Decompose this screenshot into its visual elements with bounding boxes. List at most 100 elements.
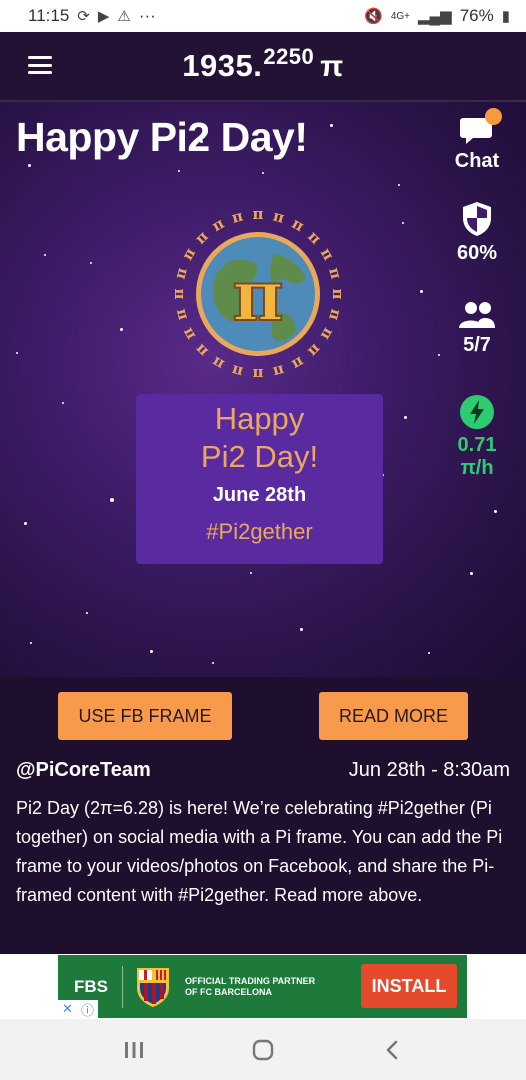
pi-symbol: π xyxy=(320,50,344,83)
hero-banner: Happy Pi2 Day! ππππππππππππππππππππππππ … xyxy=(0,102,526,677)
event-card-line2: Pi2 Day! xyxy=(200,439,319,474)
star xyxy=(428,652,430,654)
signal-icon: ▂▄▆ xyxy=(418,8,452,25)
star xyxy=(212,662,214,664)
pi-ray: π xyxy=(253,205,264,223)
star xyxy=(86,612,88,614)
ad-install-button[interactable]: INSTALL xyxy=(361,964,457,1008)
star xyxy=(262,172,264,174)
lightning-icon xyxy=(460,395,494,429)
star xyxy=(90,262,92,264)
star xyxy=(150,650,153,653)
pi-ray: π xyxy=(209,353,228,374)
hero-title: Happy Pi2 Day! xyxy=(16,114,308,160)
sync-icon: ⟳ xyxy=(77,8,90,25)
ad-banner[interactable]: FBS OFFICIAL TRADING PARTNER OF FC BARCE… xyxy=(58,955,467,1018)
star xyxy=(420,290,423,293)
security-value: 60% xyxy=(456,242,498,264)
ad-tagline: OFFICIAL TRADING PARTNER OF FC BARCELONA xyxy=(185,975,316,997)
announcement-section: USE FB FRAME READ MORE @PiCoreTeam Jun 2… xyxy=(0,677,526,954)
chat-label: Chat xyxy=(454,150,500,172)
pi-ray: π xyxy=(289,214,308,235)
star xyxy=(44,254,46,256)
mining-rate-button[interactable]: 0.71 π/h xyxy=(448,394,506,480)
star xyxy=(438,354,440,356)
star xyxy=(250,572,252,574)
balance-integer: 1935. xyxy=(182,48,263,83)
star xyxy=(30,642,32,644)
mining-rate-value: 0.71 xyxy=(457,434,497,456)
star xyxy=(24,522,27,525)
pi-ray: π xyxy=(317,325,338,344)
mining-rate-unit: π/h xyxy=(460,457,494,479)
ad-choices[interactable]: ✕ ⓘ xyxy=(58,1000,98,1018)
pi-ray: π xyxy=(171,266,191,281)
fc-barcelona-crest-icon xyxy=(137,967,169,1007)
read-more-button[interactable]: READ MORE xyxy=(319,692,468,740)
balance-decimals: 2250 xyxy=(263,44,315,69)
chat-button[interactable]: Chat xyxy=(448,108,506,173)
ad-info-icon[interactable]: ⓘ xyxy=(81,1000,94,1019)
pi-ray: π xyxy=(169,288,187,299)
pi-ray: π xyxy=(191,340,212,361)
recents-icon[interactable] xyxy=(114,1030,154,1070)
pi-ray: π xyxy=(304,340,325,361)
ad-divider xyxy=(122,965,123,1008)
pi-ray: π xyxy=(289,353,308,374)
battery-icon: ▮ xyxy=(501,8,510,25)
pi-ray: π xyxy=(252,365,263,383)
star xyxy=(494,510,497,513)
star xyxy=(120,328,123,331)
event-card-hashtag: #Pi2gether xyxy=(206,519,313,544)
ad-close-icon[interactable]: ✕ xyxy=(62,1001,73,1017)
shield-icon xyxy=(463,202,491,236)
pi-balance: 1935. 2250 π xyxy=(182,44,344,84)
star xyxy=(398,184,400,186)
more-notifications: ··· xyxy=(138,6,156,25)
post-timestamp: Jun 28th - 8:30am xyxy=(348,759,510,781)
star xyxy=(28,164,31,167)
youtube-icon: ▶ xyxy=(97,8,110,25)
battery-percent: 76% xyxy=(459,6,494,25)
event-card-date: June 28th xyxy=(212,484,307,506)
security-circle-button[interactable]: 60% xyxy=(448,200,506,265)
post-author: @PiCoreTeam xyxy=(16,759,151,781)
team-icon xyxy=(459,302,495,328)
star xyxy=(16,352,18,354)
star xyxy=(402,222,404,224)
chat-notification-dot xyxy=(485,108,502,125)
pi-ray: π xyxy=(271,361,286,381)
mute-icon: 🔇 xyxy=(364,8,383,25)
back-icon[interactable] xyxy=(372,1030,412,1070)
warning-icon: ⚠ xyxy=(117,8,131,25)
menu-icon[interactable] xyxy=(28,56,52,74)
pi-ray: π xyxy=(230,361,245,381)
team-value: 5/7 xyxy=(463,334,491,356)
event-card: Happy Pi2 Day! June 28th #Pi2gether xyxy=(136,394,383,564)
pi-ray: π xyxy=(271,207,286,227)
use-fb-frame-button[interactable]: USE FB FRAME xyxy=(58,692,232,740)
pi-ray: π xyxy=(317,245,338,264)
post-body: Pi2 Day (2π=6.28) is here! We’re celebra… xyxy=(16,798,503,905)
star xyxy=(330,124,333,127)
star xyxy=(470,572,473,575)
pi-ray: π xyxy=(325,266,345,281)
event-card-line1: Happy xyxy=(214,401,305,436)
pi-ray: π xyxy=(191,227,212,248)
star xyxy=(404,416,407,419)
pi-ray: π xyxy=(209,214,228,235)
status-bar: 11:15 ⟳ ▶ ⚠ ··· 🔇 4G+ ▂▄▆ 76% ▮ xyxy=(0,0,526,32)
app-header: 1935. 2250 π xyxy=(0,32,526,102)
pi-ray: π xyxy=(325,307,345,322)
pi-ray: π xyxy=(171,307,191,322)
star xyxy=(178,170,180,172)
pi-ray: π xyxy=(304,227,325,248)
pi-ray: π xyxy=(230,207,245,227)
pi-ray: π xyxy=(178,245,199,264)
star xyxy=(62,402,64,404)
home-icon[interactable] xyxy=(243,1030,283,1070)
team-button[interactable]: 5/7 xyxy=(448,300,506,357)
clock: 11:15 xyxy=(28,6,70,25)
ad-brand: FBS xyxy=(74,976,108,996)
system-navigation-bar xyxy=(0,1019,526,1080)
